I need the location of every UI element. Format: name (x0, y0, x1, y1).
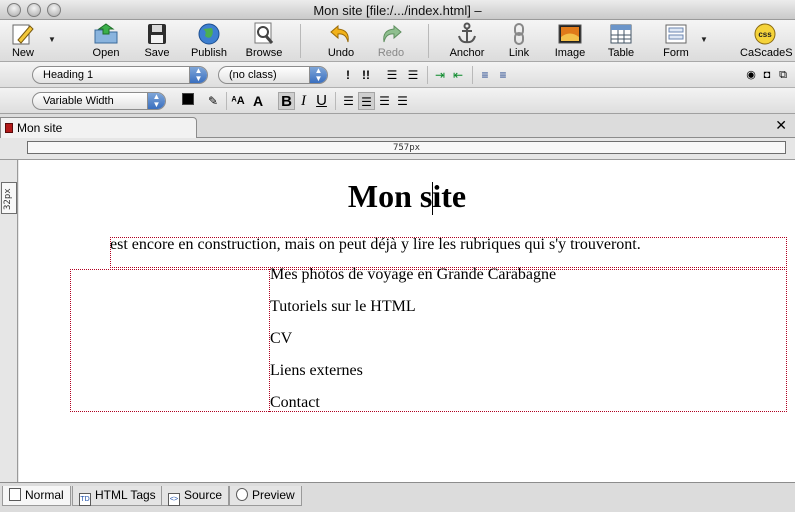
new-menu-arrow[interactable]: ▼ (48, 35, 56, 44)
css-icon: css (754, 23, 776, 45)
toolbar-separator (427, 66, 428, 84)
horizontal-ruler: 757px (0, 138, 795, 160)
folder-open-icon (94, 23, 118, 44)
document-tab[interactable]: Mon site (0, 117, 197, 138)
composition-toolbar: New ▼ Open Save Publish Browse Undo Redo… (0, 20, 795, 62)
source-code-icon: <> (168, 493, 180, 506)
image-icon (558, 24, 582, 44)
select-arrows-icon: ▲ ▼ (309, 67, 327, 83)
document-modified-icon (5, 123, 13, 133)
format-toolbar-1: Heading 1 ▲ ▼ (no class) ▲ ▼ ! !! ☰ ☰ ⇥ ⇤ … (0, 62, 795, 88)
table-icon (610, 24, 632, 44)
document-tab-strip: Mon site ✕ (0, 114, 795, 138)
toolbar-separator (335, 92, 336, 110)
style-stack-icon[interactable]: ◉ (744, 66, 758, 84)
undo-button[interactable]: Undo (322, 22, 360, 60)
align-left-icon[interactable]: ☰ (340, 92, 357, 110)
smaller-font-button[interactable]: ᴬA (231, 92, 245, 110)
style-manager-icon[interactable]: ⧉ (776, 66, 790, 84)
smaller-emphasis-button[interactable]: ! (342, 66, 354, 84)
cascades-button[interactable]: css CaScadeS (740, 22, 793, 60)
magnifier-preview-icon (236, 488, 248, 501)
link-button[interactable]: Link (503, 22, 535, 60)
tab-preview[interactable]: Preview (229, 486, 302, 506)
link-list-item[interactable]: Mes photos de voyage en Grande Carabagne (270, 266, 556, 284)
select-arrows-icon: ▲ ▼ (189, 67, 207, 83)
td-tag-icon: TD (79, 493, 91, 506)
outdent-icon[interactable]: ⇤ (449, 66, 467, 84)
chain-link-icon (514, 23, 524, 45)
text-caret (432, 182, 433, 215)
link-list-item[interactable]: Contact (270, 394, 320, 412)
align-center-icon[interactable]: ☰ (358, 92, 375, 110)
toolbar-separator (226, 92, 227, 110)
class-select[interactable]: (no class) ▲ ▼ (218, 66, 328, 84)
larger-emphasis-button[interactable]: !! (358, 66, 374, 84)
align-justify-icon[interactable]: ☰ (394, 92, 411, 110)
anchor-icon (458, 22, 476, 44)
tab-normal[interactable]: Normal (2, 486, 71, 506)
browse-button[interactable]: Browse (244, 22, 284, 60)
svg-text:css: css (758, 30, 772, 39)
window-title: Mon site [file:/.../index.html] – (313, 3, 482, 18)
open-button[interactable]: Open (88, 22, 124, 60)
form-menu-arrow[interactable]: ▼ (700, 35, 708, 44)
link-list-item[interactable]: Tutoriels sur le HTML (270, 298, 416, 316)
underline-button[interactable]: U (313, 92, 330, 110)
undo-arrow-icon (330, 24, 349, 43)
font-select[interactable]: Variable Width ▲ ▼ (32, 92, 166, 110)
tab-html-tags[interactable]: TD HTML Tags (72, 486, 163, 506)
title-bar: Mon site [file:/.../index.html] – (0, 0, 795, 20)
width-ruler-bar[interactable]: 757px (27, 141, 786, 154)
text-color-swatch[interactable] (180, 92, 198, 110)
highlight-pencil-icon[interactable]: ✎ (205, 92, 221, 110)
copy-style-icon[interactable]: ◘ (760, 66, 774, 84)
editor-canvas[interactable]: Mon site est encore en construction, mai… (19, 160, 795, 482)
format-toolbar-2: Variable Width ▲ ▼ ✎ ᴬA A B I U ☰ ☰ ☰ ☰ (0, 88, 795, 114)
toolbar-separator (300, 24, 301, 58)
redo-arrow-icon (383, 24, 402, 43)
link-list-item[interactable]: Liens externes (270, 362, 363, 380)
text-color-box (182, 93, 194, 105)
width-label: 757px (392, 143, 421, 153)
align-right-icon[interactable]: ☰ (376, 92, 393, 110)
toolbar-separator (472, 66, 473, 84)
layout-table-outline[interactable] (70, 269, 787, 412)
anchor-button[interactable]: Anchor (447, 22, 487, 60)
horizontal-rule-icon[interactable]: ≡ (476, 66, 494, 84)
larger-font-button[interactable]: A (248, 92, 268, 110)
redo-button[interactable]: Redo (372, 22, 410, 60)
floppy-save-icon (148, 24, 166, 44)
numbered-list-icon[interactable]: ☰ (403, 66, 423, 84)
close-tab-icon[interactable]: ✕ (775, 117, 787, 134)
height-label: 32px (3, 188, 13, 210)
definition-list-icon[interactable]: ≡ (494, 66, 512, 84)
table-button[interactable]: Table (603, 22, 639, 60)
vertical-ruler: 32px (0, 160, 18, 482)
tab-source[interactable]: <> Source (161, 486, 230, 506)
select-arrows-icon: ▲ ▼ (147, 93, 165, 109)
bold-button[interactable]: B (278, 92, 295, 110)
globe-publish-icon (198, 23, 220, 45)
pencil-page-icon (12, 24, 34, 45)
paragraph-format-select[interactable]: Heading 1 ▲ ▼ (32, 66, 208, 84)
indent-icon[interactable]: ⇥ (431, 66, 449, 84)
image-button[interactable]: Image (551, 22, 589, 60)
form-icon (665, 24, 687, 44)
toolbar-separator (428, 24, 429, 58)
magnifier-browse-icon (254, 22, 274, 44)
form-button[interactable]: Form (659, 22, 693, 60)
publish-button[interactable]: Publish (189, 22, 229, 60)
view-mode-bar: Normal TD HTML Tags <> Source Preview (0, 482, 795, 512)
save-button[interactable]: Save (140, 22, 174, 60)
intro-paragraph[interactable]: est encore en construction, mais on peut… (110, 236, 641, 254)
new-button[interactable]: New (6, 22, 40, 60)
page-heading[interactable]: Mon site (19, 178, 795, 215)
link-list-item[interactable]: CV (270, 330, 292, 348)
italic-button[interactable]: I (296, 92, 311, 110)
bulleted-list-icon[interactable]: ☰ (382, 66, 402, 84)
page-icon (9, 488, 21, 501)
